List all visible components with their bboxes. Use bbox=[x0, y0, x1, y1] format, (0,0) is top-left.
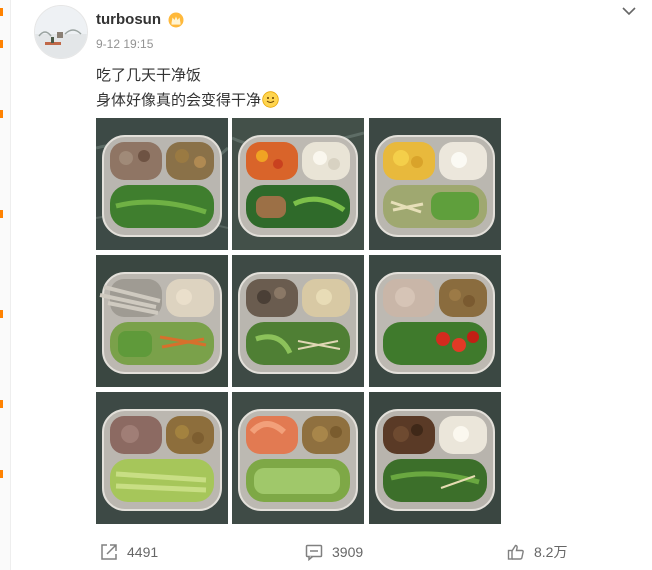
avatar[interactable] bbox=[34, 5, 88, 59]
post-text-line-2: 身体好像真的会变得干净 bbox=[96, 89, 279, 110]
repost-icon bbox=[101, 544, 117, 560]
left-edge-mark bbox=[0, 400, 3, 408]
comment-icon bbox=[305, 544, 323, 561]
photo-2[interactable] bbox=[232, 118, 364, 250]
photo-6-image bbox=[369, 255, 501, 387]
photo-1[interactable] bbox=[96, 118, 228, 250]
left-edge-mark bbox=[0, 40, 3, 48]
repost-count: 4491 bbox=[127, 544, 159, 560]
photo-grid bbox=[96, 118, 501, 524]
left-edge-mark bbox=[0, 8, 3, 16]
chevron-down-icon[interactable] bbox=[620, 4, 638, 18]
left-edge-bar bbox=[0, 0, 11, 570]
repost-button[interactable]: 4491 bbox=[100, 538, 158, 566]
username[interactable]: turbosun bbox=[96, 11, 161, 28]
photo-7-image bbox=[96, 392, 228, 524]
photo-7[interactable] bbox=[96, 392, 228, 524]
photo-8[interactable] bbox=[232, 392, 364, 524]
photo-3-image bbox=[369, 118, 501, 250]
like-button[interactable]: 8.2万 bbox=[507, 538, 567, 566]
comment-count: 3909 bbox=[332, 544, 364, 560]
post-text-line-1: 吃了几天干净饭 bbox=[96, 66, 202, 84]
thumbs-up-icon bbox=[507, 544, 524, 560]
like-count: 8.2万 bbox=[534, 544, 568, 560]
photo-9[interactable] bbox=[369, 392, 501, 524]
action-bar: 4491 3909 8.2万 bbox=[0, 538, 652, 566]
photo-5[interactable] bbox=[232, 255, 364, 387]
comment-button[interactable]: 3909 bbox=[305, 538, 363, 566]
vip-crown-icon[interactable] bbox=[168, 12, 184, 28]
left-edge-mark bbox=[0, 210, 3, 218]
photo-2-image bbox=[232, 118, 364, 250]
post-text-line-2-label: 身体好像真的会变得干净 bbox=[96, 91, 262, 109]
photo-5-image bbox=[232, 255, 364, 387]
photo-3[interactable] bbox=[369, 118, 501, 250]
left-edge-mark bbox=[0, 470, 3, 478]
avatar-image bbox=[35, 6, 87, 58]
photo-9-image bbox=[369, 392, 501, 524]
photo-4-image bbox=[96, 255, 228, 387]
photo-4[interactable] bbox=[96, 255, 228, 387]
photo-8-image bbox=[232, 392, 364, 524]
smile-emoji-icon bbox=[262, 91, 279, 108]
left-edge-mark bbox=[0, 110, 3, 118]
post-time[interactable]: 9-12 19:15 bbox=[96, 37, 153, 51]
left-edge-mark bbox=[0, 310, 3, 318]
photo-6[interactable] bbox=[369, 255, 501, 387]
photo-1-image bbox=[96, 118, 228, 250]
